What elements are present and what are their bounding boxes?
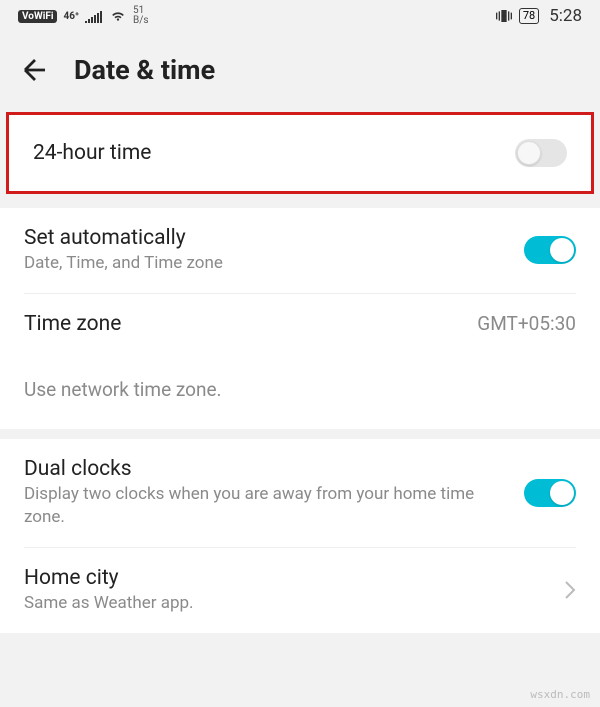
row-set-automatically[interactable]: Set automatically Date, Time, and Time z… (0, 208, 600, 293)
status-clock: 5:28 (549, 6, 582, 26)
row-dual-title: Dual clocks (24, 457, 508, 481)
hint-text: Use network time zone. (24, 378, 576, 401)
page-title: Date & time (74, 54, 215, 86)
row-home-title: Home city (24, 566, 556, 590)
status-right: 78 5:28 (495, 6, 582, 26)
speed-unit: B/s (133, 16, 149, 26)
vowifi-badge: VoWiFi (18, 10, 57, 23)
watermark: wsxdn.com (530, 688, 590, 701)
chevron-right-icon (564, 580, 576, 600)
row-24hour[interactable]: 24-hour time (9, 115, 591, 191)
toggle-24hour[interactable] (515, 139, 567, 167)
row-dual-clocks[interactable]: Dual clocks Display two clocks when you … (0, 439, 600, 547)
row-auto-sub: Date, Time, and Time zone (24, 252, 524, 275)
section-gap (0, 429, 600, 439)
row-time-zone[interactable]: Time zone GMT+05:30 (0, 294, 600, 354)
wifi-icon (109, 9, 127, 23)
toggle-dual-clocks[interactable] (524, 479, 576, 507)
hint-row: Use network time zone. (0, 354, 600, 429)
battery-indicator: 78 (519, 8, 539, 24)
network-label: 46⁺ (63, 11, 79, 22)
highlight-box: 24-hour time (6, 112, 594, 194)
signal-icon (85, 9, 103, 23)
row-home-city[interactable]: Home city Same as Weather app. (0, 548, 600, 633)
row-zone-title: Time zone (24, 312, 477, 336)
back-arrow-icon[interactable] (20, 55, 50, 85)
row-auto-title: Set automatically (24, 226, 524, 250)
status-bar: VoWiFi 46⁺ 51 B/s 78 5:28 (0, 0, 600, 32)
row-dual-sub: Display two clocks when you are away fro… (24, 483, 508, 529)
network-speed: 51 B/s (133, 6, 149, 26)
vibrate-icon (495, 8, 513, 24)
row-zone-value: GMT+05:30 (477, 312, 576, 335)
toggle-set-automatically[interactable] (524, 236, 576, 264)
row-home-sub: Same as Weather app. (24, 592, 556, 615)
page-header: Date & time (0, 32, 600, 112)
row-24hour-title: 24-hour time (33, 141, 515, 165)
status-left: VoWiFi 46⁺ 51 B/s (18, 6, 149, 26)
